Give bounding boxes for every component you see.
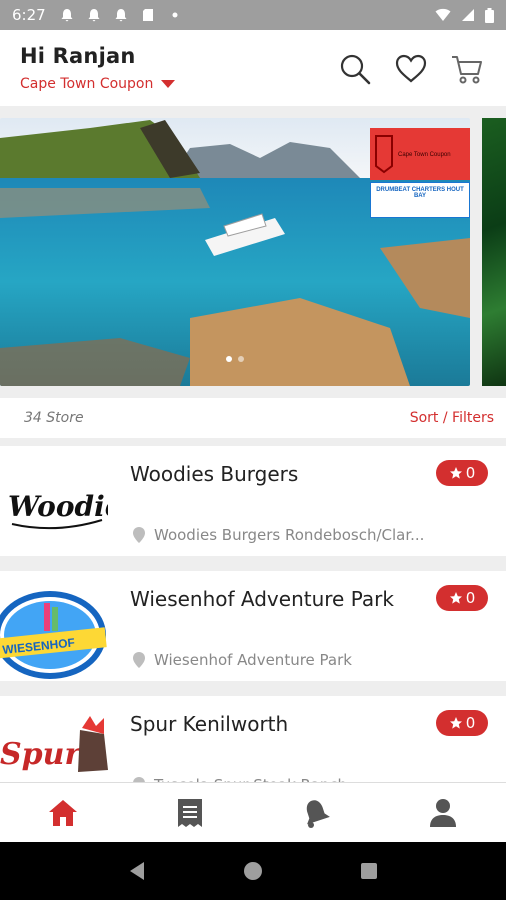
- spur-logo-text: Spur: [0, 737, 82, 772]
- carousel-dot[interactable]: [226, 356, 232, 362]
- city-selector[interactable]: Cape Town Coupon: [20, 76, 176, 92]
- heart-icon[interactable]: [394, 52, 428, 86]
- nav-notifications[interactable]: [296, 793, 336, 833]
- nav-coupons[interactable]: [170, 793, 210, 833]
- search-icon[interactable]: [338, 52, 372, 86]
- store-location: Wiesenhof Adventure Park: [132, 651, 352, 669]
- coupon-logo-icon: Cape Town Coupon: [375, 135, 451, 174]
- banner-logo-text: Cape Town Coupon: [398, 152, 451, 158]
- sd-card-icon: [142, 9, 153, 21]
- recents-icon[interactable]: [360, 862, 378, 880]
- banner-slide[interactable]: Cape Town Coupon DRUMBEAT CHARTERS HOUT …: [0, 118, 470, 386]
- store-location-text: Woodies Burgers Rondebosch/Clar...: [154, 526, 425, 544]
- store-rating-badge: 0: [436, 585, 488, 611]
- bottom-navigation: [0, 782, 506, 842]
- home-button-icon[interactable]: [243, 861, 263, 881]
- user-icon: [429, 798, 456, 827]
- wiesenhof-logo-icon: WIESENHOF: [0, 591, 107, 679]
- city-label: Cape Town Coupon: [20, 76, 154, 92]
- location-pin-icon: [133, 652, 145, 668]
- app-header: Hi Ranjan Cape Town Coupon: [0, 30, 506, 106]
- nav-home[interactable]: [43, 793, 83, 833]
- location-pin-icon: [133, 527, 145, 543]
- status-time: 6:27: [12, 6, 46, 24]
- store-rating-value: 0: [465, 464, 476, 482]
- store-rating-badge: 0: [436, 460, 488, 486]
- cart-icon[interactable]: [450, 52, 484, 86]
- notification-bell-icon: [88, 9, 100, 22]
- woodies-logo-text: Woodies: [8, 490, 108, 523]
- receipt-icon: [177, 798, 202, 827]
- greeting-title: Hi Ranjan: [20, 44, 136, 68]
- notification-bell-icon: [115, 9, 127, 22]
- banner-next-slide[interactable]: [482, 118, 506, 386]
- store-logo: Woodies: [0, 460, 112, 556]
- battery-icon: [485, 7, 494, 23]
- sort-filters-link[interactable]: Sort / Filters: [410, 410, 494, 426]
- store-rating-value: 0: [465, 714, 476, 732]
- star-icon: [449, 717, 462, 729]
- status-bar: 6:27: [0, 0, 506, 30]
- store-location-text: Wiesenhof Adventure Park: [154, 651, 352, 669]
- home-icon: [49, 799, 78, 826]
- store-name: Wiesenhof Adventure Park: [130, 587, 394, 611]
- store-location: Woodies Burgers Rondebosch/Clar...: [132, 526, 424, 544]
- signal-icon: [462, 9, 474, 21]
- store-rating-badge: 0: [436, 710, 488, 736]
- star-icon: [449, 467, 462, 479]
- store-list-header: 34 Store Sort / Filters: [0, 398, 506, 438]
- store-count: 34 Store: [24, 410, 84, 426]
- woodies-logo-icon: Woodies: [8, 490, 108, 530]
- nav-profile[interactable]: [423, 793, 463, 833]
- notification-bell-icon: [61, 9, 73, 22]
- bell-icon: [307, 799, 331, 828]
- system-navigation-bar: [0, 842, 506, 900]
- store-name: Woodies Burgers: [130, 462, 299, 486]
- store-name: Spur Kenilworth: [130, 712, 289, 736]
- store-rating-value: 0: [465, 589, 476, 607]
- caret-down-icon: [161, 80, 176, 88]
- back-icon[interactable]: [128, 861, 146, 881]
- wifi-icon: [435, 8, 451, 21]
- status-right-icons: [435, 7, 494, 23]
- carousel-indicators: [0, 356, 470, 362]
- dot-icon: [172, 12, 178, 18]
- store-card[interactable]: Woodies Woodies Burgers 0 Woodies Burger…: [0, 446, 506, 556]
- store-logo: WIESENHOF: [0, 585, 112, 681]
- carousel-dot[interactable]: [238, 356, 244, 362]
- store-card[interactable]: WIESENHOF Wiesenhof Adventure Park 0 Wie…: [0, 571, 506, 681]
- banner-charter-badge: DRUMBEAT CHARTERS HOUT BAY: [370, 182, 470, 218]
- banner-carousel[interactable]: Cape Town Coupon DRUMBEAT CHARTERS HOUT …: [0, 118, 506, 386]
- banner-brand-logo: Cape Town Coupon: [370, 128, 470, 180]
- star-icon: [449, 592, 462, 604]
